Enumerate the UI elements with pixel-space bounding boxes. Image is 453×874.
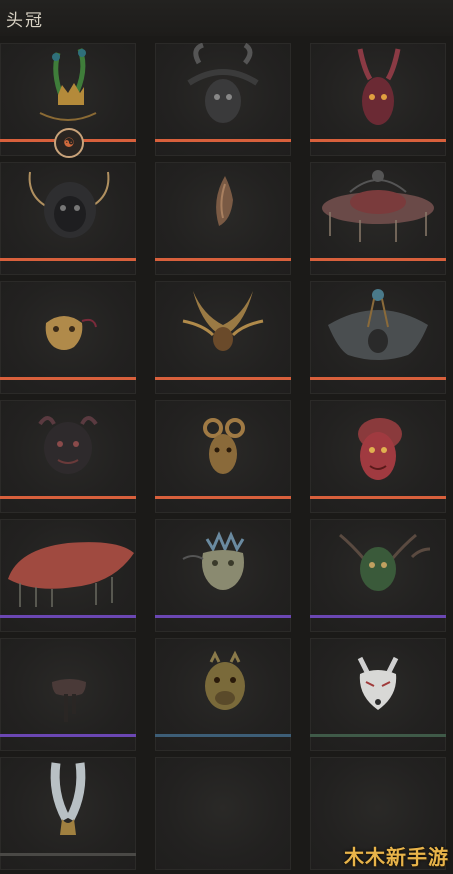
quality-bar [310,377,446,380]
red-demon-mask-icon [358,418,402,480]
gold-half-mask-icon [45,316,97,350]
red-wide-hat-icon [8,542,134,607]
quality-bar [0,853,136,856]
item-tile-2[interactable] [155,43,291,156]
item-tile-6[interactable] [310,162,446,275]
watermark-logo: 木木新手游 [344,845,449,869]
item-tile-7[interactable] [0,281,136,394]
golden-ram-mask-icon [203,418,245,474]
quality-bar [155,258,291,261]
boar-mask-icon [205,650,245,710]
category-title: 头冠 [6,11,44,31]
dragon-head-mask-icon [182,531,245,590]
quality-bar [310,615,446,618]
dark-blindfold-icon [52,679,86,722]
feathered-gold-crown-icon [39,48,97,121]
item-tile-18[interactable] [310,638,446,751]
quality-bar [155,139,291,142]
bronze-flame-ornament-icon [216,176,233,226]
item-grid: ☯ [0,43,446,870]
item-tile-11[interactable] [155,400,291,513]
grey-cloak-hood-icon [328,289,428,360]
white-fox-mask-icon [357,656,399,710]
green-antler-mask-icon [339,533,431,591]
item-tile-16[interactable] [0,638,136,751]
quality-bar [0,734,136,737]
item-tile-5[interactable] [155,162,291,275]
header-bar: 头冠 [0,0,453,36]
item-tile-15[interactable] [310,519,446,632]
equipped-badge-icon: ☯ [54,128,84,158]
quality-bar [155,377,291,380]
quality-bar [0,496,136,499]
horned-black-mask-icon [187,43,259,123]
quality-bar [0,258,136,261]
item-tile-10[interactable] [0,400,136,513]
quality-bar [310,258,446,261]
dark-demon-mask-icon [38,416,98,474]
item-tile-12[interactable] [310,400,446,513]
item-tile-1[interactable]: ☯ [0,43,136,158]
item-tile-14[interactable] [155,519,291,632]
item-tile-3[interactable] [310,43,446,156]
quality-bar [155,734,291,737]
quality-bar [310,734,446,737]
quality-bar [310,496,446,499]
item-tile-19[interactable] [0,757,136,870]
red-brim-hat-icon [322,170,434,242]
quality-bar [0,377,136,380]
item-tile-9[interactable] [310,281,446,394]
item-tile-20-empty[interactable] [155,757,291,870]
white-feather-headdress-icon [50,762,86,835]
red-horned-mask-icon [357,48,401,125]
quality-bar [155,496,291,499]
item-tile-4[interactable] [0,162,136,275]
quality-bar [0,615,136,618]
item-tile-8[interactable] [155,281,291,394]
gold-winged-mask-icon [182,291,264,351]
black-lion-mask-icon [28,171,110,238]
quality-bar [155,615,291,618]
item-tile-13[interactable] [0,519,136,632]
item-tile-17[interactable] [155,638,291,751]
quality-bar [310,139,446,142]
